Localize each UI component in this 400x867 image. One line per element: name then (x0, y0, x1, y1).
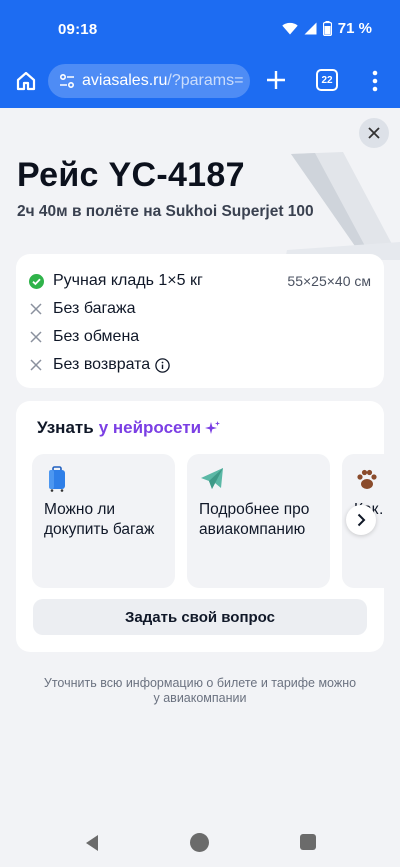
check-circle-icon (28, 273, 44, 289)
wifi-icon (282, 22, 298, 35)
battery-level: 71 % (337, 20, 372, 37)
flight-title: Рейс YC-4187 (17, 156, 245, 194)
cross-icon (28, 329, 44, 345)
cross-icon (28, 357, 44, 373)
chevron-right-icon (357, 513, 366, 527)
status-icons: 71 % (282, 20, 372, 37)
cross-icon (28, 301, 44, 317)
home-nav-icon[interactable] (190, 833, 209, 852)
tariff-item-hand-luggage: Ручная кладь 1×5 кг 55×25×40 см (16, 267, 384, 295)
tariff-item-no-baggage: Без багажа (16, 295, 384, 323)
tabs-button[interactable]: 22 (316, 69, 338, 91)
tariff-item-label: Ручная кладь 1×5 кг (53, 272, 203, 289)
recents-icon[interactable] (300, 834, 316, 850)
ai-card-title: Узнать у нейросети (37, 418, 221, 438)
home-icon (16, 71, 36, 91)
close-icon (368, 127, 380, 139)
close-button[interactable] (359, 118, 389, 148)
menu-button[interactable] (364, 68, 386, 94)
suitcase-icon (49, 466, 65, 492)
new-tab-button[interactable] (262, 66, 290, 94)
suggestion-tile-baggage[interactable]: Можно ли докупить багаж (32, 454, 175, 588)
info-icon[interactable] (155, 357, 170, 373)
suggestion-text: Подробнее про авиакомпанию (199, 501, 310, 538)
ai-assistant-card: Узнать у нейросети Можно ли докупить баг… (16, 401, 384, 652)
sparkle-icon (205, 420, 221, 436)
browser-toolbar: aviasales.ru/?params= 22 (0, 58, 400, 108)
plus-icon (267, 71, 285, 89)
status-time: 09:18 (58, 21, 98, 38)
tariff-item-no-exchange: Без обмена (16, 323, 384, 351)
tariff-card: Ручная кладь 1×5 кг 55×25×40 см Без бага… (16, 254, 384, 388)
carousel-next-button[interactable] (346, 505, 376, 535)
home-button[interactable] (12, 67, 40, 95)
site-info-icon[interactable] (58, 72, 76, 90)
tariff-item-label: Без обмена (53, 328, 140, 345)
ai-title-accent: у нейросети (98, 418, 202, 437)
url-host: aviasales.ru (82, 72, 168, 89)
airplane-icon (201, 468, 223, 489)
url-path: /?params= (167, 72, 244, 89)
ai-suggestions-carousel[interactable]: Можно ли докупить багаж Подробнее про ав… (32, 454, 384, 588)
suggestion-tile-airline[interactable]: Подробнее про авиакомпанию (187, 454, 330, 588)
hand-luggage-dimensions: 55×25×40 см (287, 273, 371, 289)
flight-subtitle: 2ч 40м в полёте на Sukhoi Superjet 100 (17, 203, 314, 220)
tariff-item-label-wrap: Без возврата (53, 356, 170, 374)
signal-icon (304, 22, 317, 35)
ask-question-button[interactable]: Задать свой вопрос (33, 599, 367, 635)
suggestion-text: Можно ли докупить багаж (44, 501, 155, 538)
footnote: Уточнить всю информацию о билете и тариф… (43, 676, 357, 705)
address-bar[interactable]: aviasales.ru/?params= (48, 64, 250, 98)
status-bar: 09:18 71 % (0, 0, 400, 58)
ai-title-prefix: Узнать (37, 418, 94, 437)
tariff-item-no-refund: Без возврата (16, 351, 384, 379)
system-nav-bar (0, 818, 400, 867)
tariff-item-label: Без возврата (53, 356, 151, 373)
battery-icon (322, 21, 332, 36)
back-icon[interactable] (84, 834, 100, 852)
tariff-item-label: Без багажа (53, 300, 136, 317)
menu-icon (372, 70, 378, 92)
paw-icon (357, 469, 377, 489)
tab-count: 22 (321, 74, 333, 86)
